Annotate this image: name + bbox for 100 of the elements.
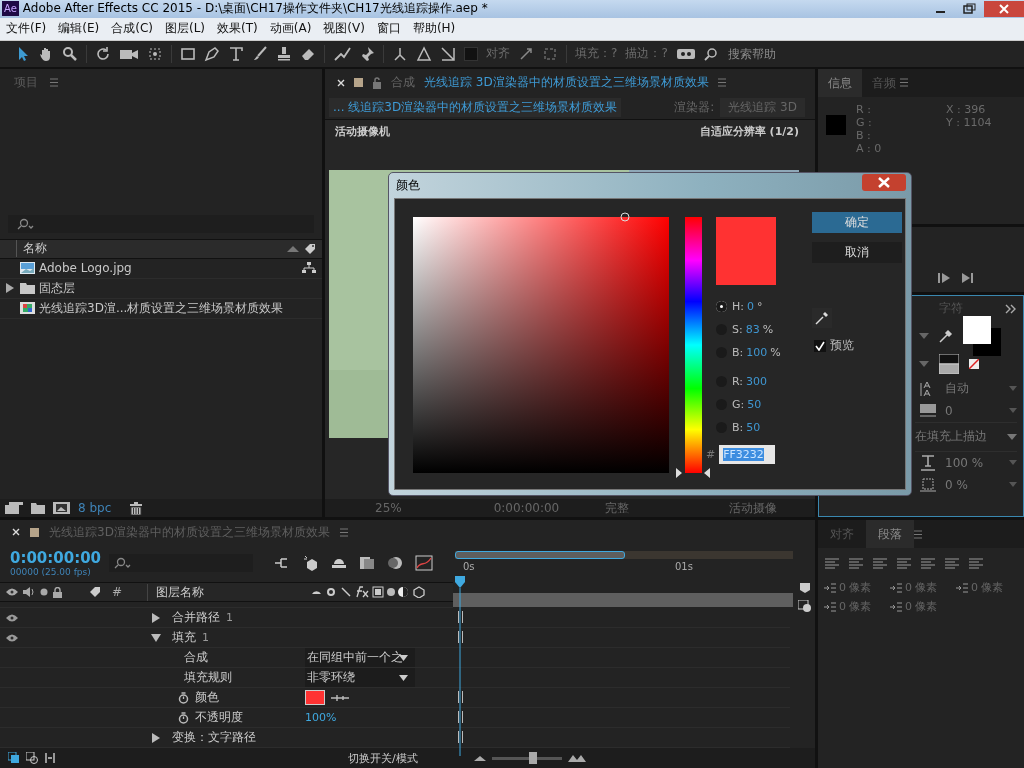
menu-item[interactable]: 图层(L)	[158, 20, 212, 38]
workspace-icon[interactable]	[675, 46, 696, 61]
field-value[interactable]: 100	[746, 346, 768, 359]
field-value[interactable]: 300	[746, 375, 767, 388]
axis-icon[interactable]	[440, 45, 456, 62]
property-name[interactable]: 变换：文字路径	[172, 729, 256, 746]
default-colors-icon[interactable]	[939, 353, 959, 374]
panel-tab[interactable]: 信息	[818, 68, 862, 97]
pin-icon[interactable]	[359, 45, 375, 62]
property-dropdown[interactable]: 在同组中前一个之	[305, 648, 415, 667]
search-field[interactable]	[109, 554, 254, 572]
shy-icon[interactable]	[331, 556, 348, 570]
time-navigator[interactable]	[455, 551, 793, 559]
axis-icon[interactable]	[392, 45, 408, 62]
property-value[interactable]: 100%	[305, 711, 337, 724]
field-value[interactable]: 0	[747, 300, 754, 313]
close-icon[interactable]	[862, 174, 906, 191]
transfer-controls-icon[interactable]	[26, 752, 38, 764]
color-picker-handle[interactable]	[620, 212, 631, 222]
expand-icon[interactable]	[518, 45, 534, 62]
no-color-icon[interactable]	[969, 358, 979, 369]
menu-item[interactable]: 帮助(H)	[406, 20, 462, 38]
menu-item[interactable]: 效果(T)	[211, 20, 264, 38]
composition-breadcrumb[interactable]: ... 线追踪3D渲染器中的材质设置之三维场景材质效果	[329, 98, 622, 118]
view-dropdown[interactable]: 活动摄像	[729, 499, 778, 517]
frame-blending-icon[interactable]	[359, 556, 376, 570]
stopwatch-icon[interactable]	[178, 691, 189, 704]
property-name[interactable]: 合成	[184, 649, 208, 666]
menu-icon[interactable]	[339, 527, 348, 537]
text-align-icon[interactable]	[872, 558, 888, 570]
last-frame-icon[interactable]	[962, 271, 974, 284]
text-align-icon[interactable]	[848, 558, 864, 570]
property-dropdown[interactable]: 非零环绕	[305, 668, 415, 687]
eyedropper-button[interactable]	[812, 308, 832, 328]
menu-item[interactable]: 文件(F)	[0, 20, 53, 38]
leading-value[interactable]: 自动	[945, 380, 969, 398]
horizontal-scale-value[interactable]: 100 %	[945, 455, 984, 470]
toggle-switches-modes[interactable]: 切换开关/模式	[348, 750, 468, 766]
eyedropper-icon[interactable]	[939, 328, 953, 343]
pan-behind-icon[interactable]	[147, 45, 163, 62]
trash-icon[interactable]	[130, 501, 142, 515]
menu-item[interactable]: 动画(A)	[263, 20, 318, 38]
tag-icon[interactable]	[304, 242, 316, 255]
pen-icon[interactable]	[204, 45, 220, 62]
align-checkbox[interactable]	[464, 46, 478, 61]
interpret-footage-icon[interactable]	[5, 502, 23, 514]
speaker-icon[interactable]	[23, 587, 35, 597]
project-item[interactable]: 光线追踪3D渲...材质设置之三维场景材质效果	[0, 298, 322, 319]
text-align-icon[interactable]	[944, 558, 960, 570]
expand-arrow-icon[interactable]	[6, 283, 14, 294]
more-panels-icon[interactable]	[1005, 303, 1017, 314]
folder-icon[interactable]	[31, 502, 45, 514]
menu-icon[interactable]	[717, 78, 726, 88]
property-name[interactable]: 颜色	[195, 689, 219, 706]
stopwatch-icon[interactable]	[178, 711, 189, 724]
indent-value[interactable]: 0 像素	[905, 580, 938, 595]
resolution-dropdown[interactable]: 完整	[605, 499, 630, 517]
preview-checkbox[interactable]	[814, 339, 826, 352]
project-item[interactable]: 固态层	[0, 278, 322, 299]
menu-item[interactable]: 视图(V)	[317, 20, 371, 38]
stroke-order-dropdown[interactable]: 在填充上描边	[915, 428, 987, 446]
zoom-dropdown[interactable]: 25%	[375, 501, 402, 515]
axis-icon[interactable]	[416, 45, 432, 62]
eye-icon[interactable]	[6, 588, 18, 596]
menu-icon[interactable]	[900, 78, 908, 88]
lock-icon[interactable]	[372, 76, 382, 89]
hex-input[interactable]: FF3232	[719, 445, 776, 464]
expand-arrow-icon[interactable]	[152, 732, 160, 743]
rotate-icon[interactable]	[95, 45, 111, 62]
indent-value[interactable]: 0 像素	[971, 580, 1004, 595]
playhead[interactable]	[454, 576, 466, 756]
type-tool-icon[interactable]	[228, 45, 244, 62]
close-icon[interactable]	[12, 528, 20, 536]
stamp-icon[interactable]	[276, 45, 292, 62]
help-search-field[interactable]: 搜索帮助	[725, 45, 850, 62]
close-icon[interactable]	[337, 78, 345, 87]
tsume-value[interactable]: 0 %	[945, 477, 968, 492]
field-value[interactable]: 50	[747, 398, 762, 411]
solo-icon[interactable]	[40, 588, 48, 596]
ok-button[interactable]: 确定	[812, 212, 902, 233]
property-name[interactable]: 填充	[172, 629, 196, 646]
current-time[interactable]: 0:00:00:00	[493, 501, 560, 515]
search-field[interactable]	[8, 214, 314, 233]
field-value[interactable]: 83	[745, 323, 760, 336]
property-name[interactable]: 合并路径	[172, 609, 220, 626]
indent-value[interactable]: 0 像素	[905, 599, 938, 614]
text-align-icon[interactable]	[920, 558, 936, 570]
panel-tab[interactable]: 段落	[866, 520, 914, 548]
caret-icon[interactable]	[399, 674, 408, 681]
text-align-icon[interactable]	[968, 558, 984, 570]
duration-icon[interactable]	[44, 752, 56, 764]
menu-icon[interactable]	[50, 78, 58, 88]
text-align-icon[interactable]	[824, 558, 840, 570]
layer-switches-icon[interactable]	[8, 752, 20, 764]
lock-icon[interactable]	[53, 586, 62, 598]
rectangle-tool-icon[interactable]	[180, 45, 196, 62]
menu-item[interactable]: 窗口	[370, 20, 407, 38]
project-item[interactable]: Adobe Logo.jpg	[0, 258, 322, 279]
zoom-icon[interactable]	[62, 45, 78, 62]
zoom-out-icon[interactable]	[474, 755, 486, 761]
